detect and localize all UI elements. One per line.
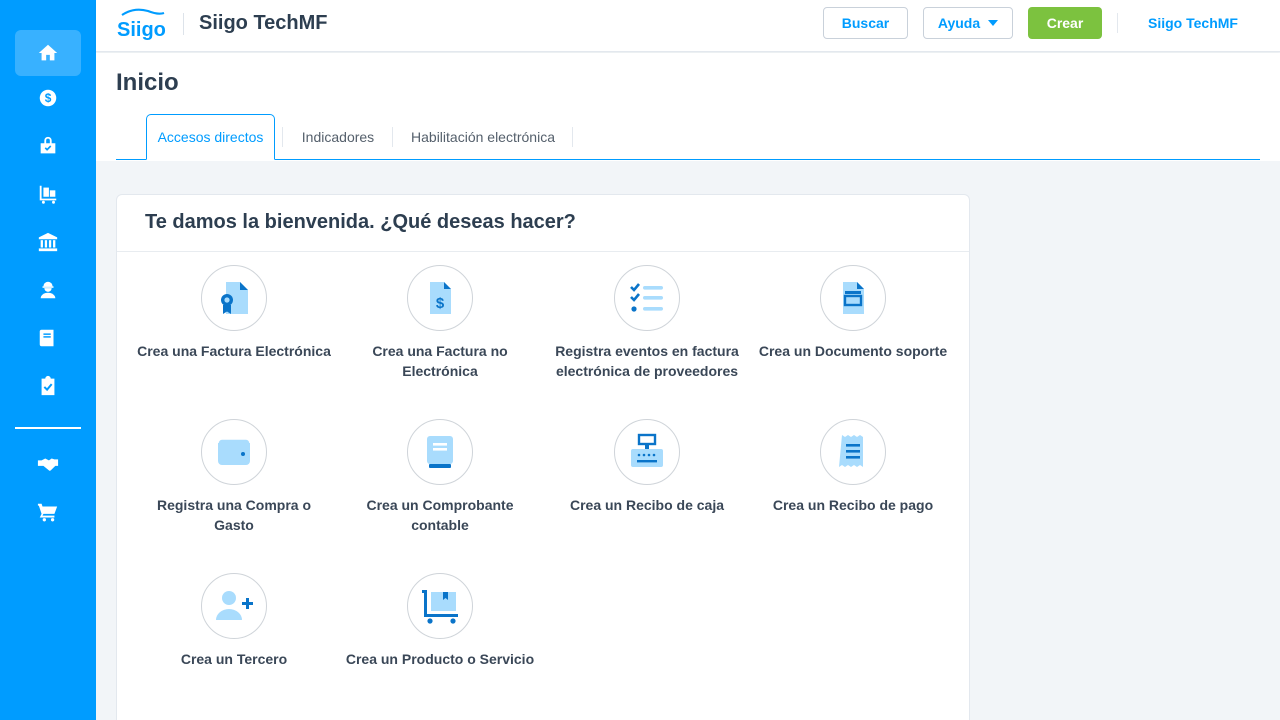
support-document-icon [843,282,864,314]
help-dropdown-button[interactable]: Ayuda [923,7,1013,39]
welcome-title: Te damos la bienvenida. ¿Qué deseas hace… [145,211,576,233]
page-title: Inicio [116,69,179,96]
shopping-cart-icon [37,503,58,522]
action-register-supplier-events[interactable]: Registra eventos en factura electrónica … [544,265,750,381]
action-icon-circle [614,419,680,485]
company-title: Siigo TechMF [199,12,328,34]
sidebar-divider [15,427,81,429]
action-register-purchase[interactable]: Registra una Compra o Gasto [131,419,337,535]
ledger-book-icon [427,436,453,468]
search-button[interactable]: Buscar [823,7,908,39]
company-menu-link[interactable]: Siigo TechMF [1148,15,1238,31]
action-label: Crea un Comprobante contable [366,497,514,533]
home-icon [38,44,58,61]
dollar-invoice-icon: $ [430,282,451,314]
bank-icon [38,232,58,252]
shopping-bag-icon [40,136,56,154]
handshake-icon [37,458,59,471]
product-cart-icon [422,590,458,624]
header-separator [183,13,184,35]
dollar-icon: $ [39,89,57,107]
svg-text:$: $ [45,91,52,105]
help-label: Ayuda [937,15,981,31]
book-icon [39,329,54,347]
sidebar-item-inventory[interactable] [15,171,81,217]
action-label: Registra eventos en factura electrónica … [555,343,739,379]
action-icon-circle [820,419,886,485]
action-accounting-voucher[interactable]: Crea un Comprobante contable [337,419,543,535]
action-cash-receipt[interactable]: Crea un Recibo de caja [544,419,750,515]
action-icon-circle [201,573,267,639]
sidebar-item-store[interactable] [15,489,81,535]
page-header: Inicio Accesos directos Indicadores Habi… [96,53,1280,161]
action-create-third-party[interactable]: Crea un Tercero [131,573,337,669]
sidebar-item-payroll[interactable] [15,267,81,313]
top-header: Siigo Siigo TechMF Buscar Ayuda Crear Si… [96,0,1280,52]
tabs-underline [116,159,1260,160]
svg-text:$: $ [436,295,445,312]
sidebar-item-partners[interactable] [15,441,81,487]
svg-text:Siigo: Siigo [117,19,166,41]
action-payment-receipt[interactable]: Crea un Recibo de pago [750,419,956,515]
action-create-product[interactable]: Crea un Producto o Servicio [337,573,543,669]
tab-habilitacion-electronica[interactable]: Habilitación electrónica [400,114,566,160]
tab-indicadores[interactable]: Indicadores [288,114,388,160]
add-user-icon [216,591,253,620]
action-support-document[interactable]: Crea un Documento soporte [750,265,956,361]
tab-accesos-directos[interactable]: Accesos directos [146,114,275,160]
action-label: Crea un Recibo de caja [569,497,725,513]
siigo-logo[interactable]: Siigo [116,7,168,41]
chevron-down-icon [988,20,999,26]
tab-separator [282,127,283,147]
action-icon-circle [820,265,886,331]
wallet-icon [217,438,251,465]
action-non-electronic-invoice[interactable]: $ Crea una Factura no Electrónica [337,265,543,381]
action-label: Crea una Factura no Electrónica [372,343,508,379]
cash-register-icon [631,433,663,467]
create-button[interactable]: Crear [1028,7,1102,39]
sidebar-item-tasks[interactable] [15,363,81,409]
certified-invoice-icon [221,282,248,314]
tab-separator [392,127,393,147]
action-icon-circle: $ [407,265,473,331]
action-label: Crea un Tercero [180,651,288,667]
header-separator [1117,13,1118,33]
action-icon-circle [201,265,267,331]
receipt-icon [839,435,863,467]
action-icon-circle [407,419,473,485]
welcome-card: Te damos la bienvenida. ¿Qué deseas hace… [116,194,970,720]
sidebar-item-accounting[interactable] [15,315,81,361]
action-icon-circle [614,265,680,331]
action-icon-circle [201,419,267,485]
employee-icon [40,281,56,299]
card-divider [117,251,969,252]
action-icon-circle [407,573,473,639]
sidebar-item-home[interactable] [15,30,81,76]
sidebar: $ [0,0,96,720]
tab-separator [572,127,573,147]
sidebar-item-banks[interactable] [15,219,81,265]
clipboard-check-icon [41,375,55,396]
search-label: Buscar [841,15,890,31]
action-label: Registra una Compra o Gasto [156,497,312,533]
checklist-icon [630,283,663,312]
sidebar-item-finance[interactable]: $ [15,75,81,121]
action-label: Crea un Recibo de pago [772,497,934,513]
action-label: Crea un Producto o Servicio [345,651,535,667]
sidebar-item-sales[interactable] [15,123,81,169]
create-label: Crear [1046,15,1084,31]
action-label: Crea un Documento soporte [758,343,948,359]
action-label: Crea una Factura Electrónica [137,343,331,359]
inventory-cart-icon [38,185,57,204]
action-electronic-invoice[interactable]: Crea una Factura Electrónica [131,265,337,361]
